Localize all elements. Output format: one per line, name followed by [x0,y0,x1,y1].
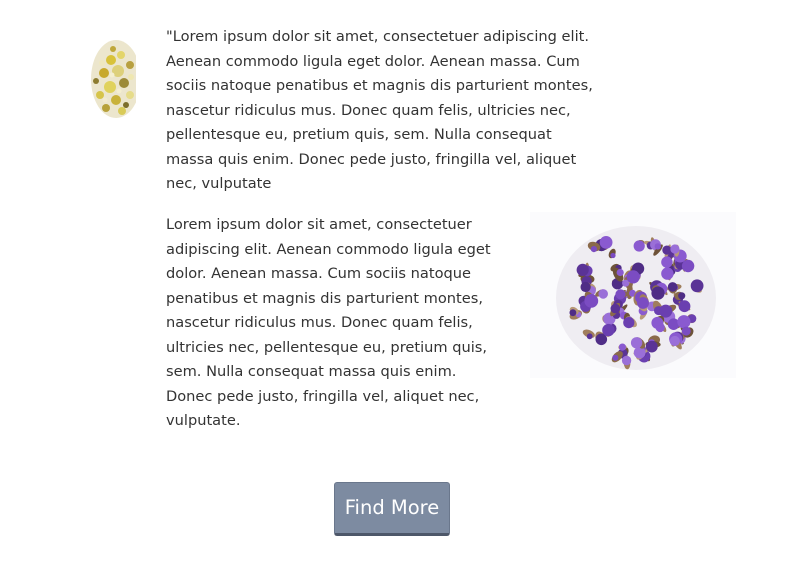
statice-flowers-image [530,212,736,378]
intro-paragraph: "Lorem ipsum dolor sit amet, consectetue… [166,28,593,192]
find-more-button[interactable]: Find More [334,482,450,536]
body-paragraph: Lorem ipsum dolor sit amet, consectetuer… [166,216,491,429]
chamomile-flowers-image [86,25,136,131]
